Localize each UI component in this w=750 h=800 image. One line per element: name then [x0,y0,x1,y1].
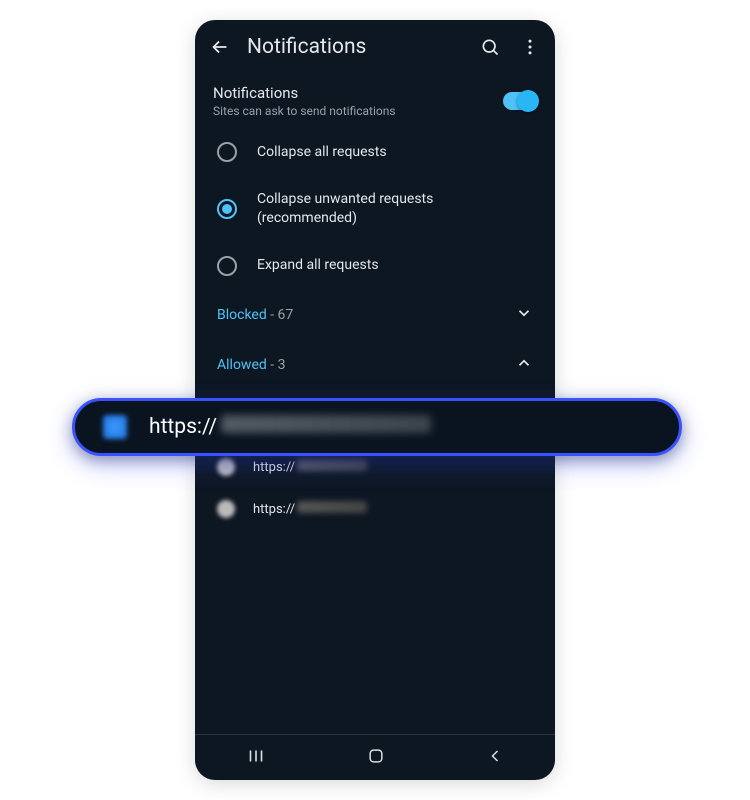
more-vert-icon [520,37,540,57]
favicon-icon [217,500,235,518]
master-toggle-title: Notifications [213,84,396,102]
allowed-label: Allowed - 3 [217,357,285,373]
back-button[interactable] [207,34,233,60]
chevron-up-icon [515,354,533,376]
content-area: Notifications Sites can ask to send noti… [195,70,555,530]
page-title: Notifications [247,35,463,59]
android-nav-bar [195,734,555,780]
search-icon [480,37,500,57]
radio-option-collapse-unwanted[interactable]: Collapse unwanted requests (recommended) [213,176,537,242]
allowed-site-3[interactable]: https:// [213,488,537,530]
radio-label: Expand all requests [257,256,379,275]
home-button[interactable] [366,746,386,770]
overflow-menu-button[interactable] [517,34,543,60]
app-bar: Notifications [195,20,555,70]
favicon-icon [217,458,235,476]
radio-icon [217,256,237,276]
favicon-icon [103,415,127,439]
blocked-label: Blocked - 67 [217,307,293,323]
search-button[interactable] [477,34,503,60]
radio-label: Collapse unwanted requests (recommended) [257,190,533,228]
site-url: https:// [253,459,367,475]
allowed-section-header[interactable]: Allowed - 3 [213,340,537,390]
radio-option-expand-all[interactable]: Expand all requests [213,242,537,290]
home-icon [366,746,386,766]
site-url: https:// [253,501,367,517]
radio-icon [217,199,237,219]
highlighted-site-url: https:// [149,415,431,439]
recent-apps-button[interactable] [245,745,267,771]
chevron-down-icon [515,304,533,326]
back-nav-button[interactable] [485,746,505,770]
back-icon [485,746,505,766]
master-toggle-subtitle: Sites can ask to send notifications [213,104,396,118]
radio-label: Collapse all requests [257,143,387,162]
radio-option-collapse-all[interactable]: Collapse all requests [213,128,537,176]
radio-icon [217,142,237,162]
master-toggle-row[interactable]: Notifications Sites can ask to send noti… [213,80,537,128]
highlighted-site-row[interactable]: https:// [72,398,682,456]
recent-icon [245,745,267,767]
back-arrow-icon [209,36,231,58]
blocked-section-header[interactable]: Blocked - 67 [213,290,537,340]
master-toggle-switch[interactable] [503,92,537,110]
master-toggle-text: Notifications Sites can ask to send noti… [213,84,396,118]
